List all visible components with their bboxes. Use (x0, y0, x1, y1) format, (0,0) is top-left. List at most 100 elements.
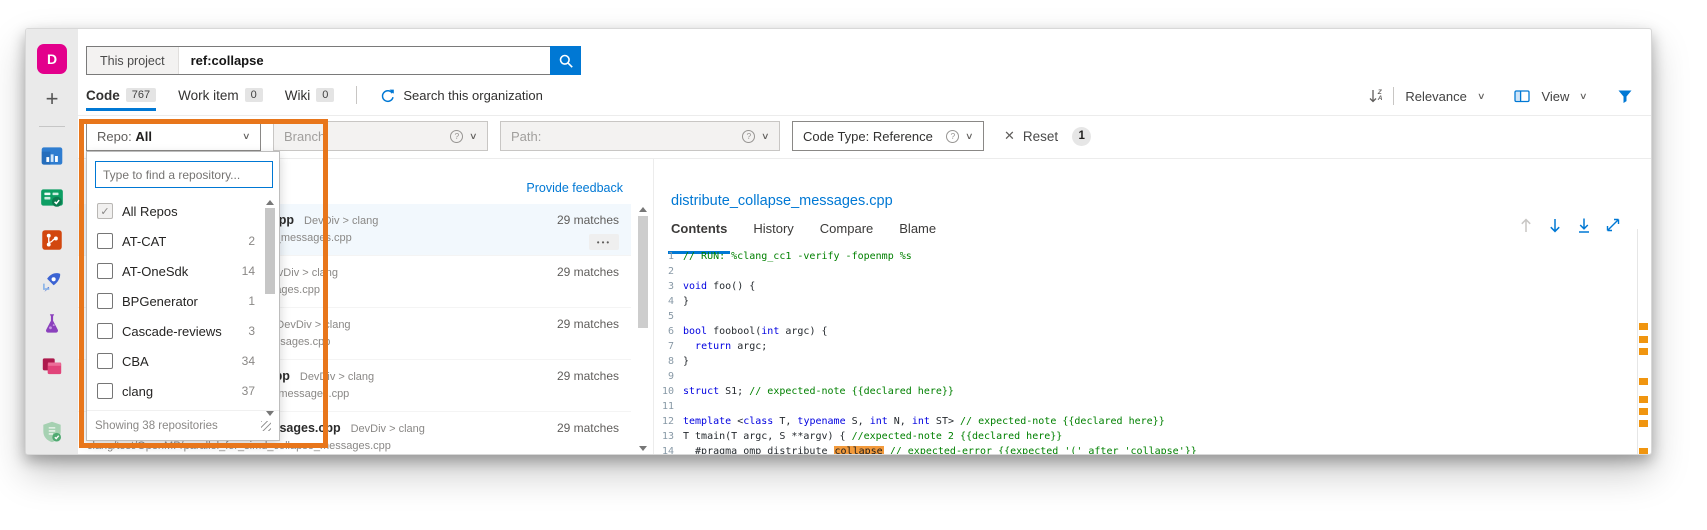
artifacts-icon[interactable] (39, 353, 65, 379)
repo-option-label: AT-CAT (122, 234, 239, 249)
search-scope-chip[interactable]: This project (87, 47, 179, 74)
line-number: 5 (655, 311, 683, 326)
match-marker-icon (1639, 408, 1648, 415)
test-plans-icon[interactable] (39, 311, 65, 337)
tab-history[interactable]: History (753, 221, 793, 240)
scroll-up-arrow[interactable] (639, 207, 647, 212)
results-scrollbar[interactable] (636, 207, 650, 451)
project-avatar[interactable]: D (37, 44, 67, 74)
checkbox-icon[interactable] (97, 353, 113, 369)
more-actions-button[interactable] (589, 234, 619, 250)
repo-option[interactable]: AT-OneSdk14 (87, 256, 279, 286)
code-line: 4} (655, 296, 1635, 311)
wiki-count-badge: 0 (316, 88, 334, 102)
repo-option-count: 14 (242, 264, 255, 278)
repo-option-count: 2 (248, 234, 255, 248)
line-number: 1 (655, 251, 683, 266)
path-filter-dropdown: Path: (500, 121, 780, 151)
checkbox-icon[interactable] (97, 323, 113, 339)
help-icon (742, 130, 755, 143)
provide-feedback-link[interactable]: Provide feedback (526, 181, 623, 195)
resize-handle-icon[interactable] (261, 421, 271, 431)
search-organization-link[interactable]: Search this organization (379, 88, 542, 103)
code-text: template <class T, typename S, int N, in… (683, 416, 1165, 431)
code-line: 7 return argc; (655, 341, 1635, 356)
line-number: 9 (655, 371, 683, 386)
match-marker-icon (1639, 396, 1648, 403)
next-match-icon[interactable] (1547, 217, 1563, 239)
repo-search-input[interactable] (95, 161, 273, 188)
help-icon (946, 130, 959, 143)
repo-list-scrollbar[interactable] (263, 200, 276, 418)
overview-icon[interactable] (39, 143, 65, 169)
preview-tabs: Contents History Compare Blame (671, 221, 936, 240)
code-viewer[interactable]: 1// RUN: %clang_cc1 -verify -fopenmp %s2… (655, 251, 1635, 454)
repo-option[interactable]: BPGenerator1 (87, 286, 279, 316)
checkbox-icon[interactable] (97, 383, 113, 399)
match-marker-icon (1639, 336, 1648, 343)
tab-work-item[interactable]: Work item 0 (178, 88, 263, 103)
match-marker-icon (1639, 420, 1648, 427)
filter-icon[interactable] (1617, 89, 1633, 104)
chevron-down-icon (469, 131, 478, 142)
match-count-label: 29 matches (557, 265, 619, 279)
shield-icon[interactable] (39, 419, 65, 445)
checkbox-icon[interactable] (97, 263, 113, 279)
sort-order-dropdown[interactable]: Relevance (1405, 89, 1466, 104)
scrollbar-thumb[interactable] (638, 216, 648, 328)
code-type-filter-dropdown[interactable]: Code Type: Reference (792, 121, 984, 151)
checkbox-icon[interactable] (97, 293, 113, 309)
tab-wiki[interactable]: Wiki 0 (285, 88, 335, 103)
code-text: void foo() { (683, 281, 755, 296)
view-dropdown[interactable]: View (1541, 89, 1569, 104)
scrollbar-thumb[interactable] (265, 208, 275, 294)
tab-blame[interactable]: Blame (899, 221, 936, 240)
search-box[interactable]: This project ref:collapse (86, 46, 581, 75)
repo-filter-dropdown[interactable]: Repo: All (86, 121, 261, 151)
download-icon[interactable] (1576, 217, 1592, 239)
line-number: 10 (655, 386, 683, 401)
match-count-label: 29 matches (557, 213, 619, 227)
pipelines-icon[interactable] (39, 269, 65, 295)
app-window: D + (25, 28, 1652, 455)
code-line: 1// RUN: %clang_cc1 -verify -fopenmp %s (655, 251, 1635, 266)
boards-icon[interactable] (39, 185, 65, 211)
repo-option-label: All Repos (122, 204, 246, 219)
tab-contents[interactable]: Contents (671, 221, 727, 240)
line-number: 11 (655, 401, 683, 416)
repo-option[interactable]: CBA34 (87, 346, 279, 376)
branch-filter-dropdown: Branch: (273, 121, 488, 151)
line-number: 2 (655, 266, 683, 281)
code-text: return argc; (683, 341, 767, 356)
match-marker-icon (1639, 323, 1648, 330)
scroll-down-arrow[interactable] (639, 446, 647, 451)
add-icon[interactable]: + (39, 90, 65, 110)
checkbox-icon[interactable] (97, 203, 113, 219)
code-line: 12template <class T, typename S, int N, … (655, 416, 1635, 431)
previous-match-icon[interactable] (1518, 217, 1534, 239)
line-number: 8 (655, 356, 683, 371)
tab-code[interactable]: Code 767 (86, 88, 156, 103)
repo-option[interactable]: All Repos (87, 196, 279, 226)
view-layout-icon[interactable] (1514, 89, 1530, 103)
search-input[interactable]: ref:collapse (179, 47, 550, 74)
sort-icon[interactable]: ZA (1368, 89, 1383, 103)
result-breadcrumb: DevDiv > clang (351, 423, 425, 435)
code-line: 11 (655, 401, 1635, 416)
repo-option[interactable]: AT-CAT 2 (87, 226, 279, 256)
repo-option-count: 34 (242, 354, 255, 368)
search-button[interactable] (550, 46, 581, 75)
code-text: struct S1; // expected-note {{declared h… (683, 386, 954, 401)
scroll-up-arrow[interactable] (266, 200, 274, 205)
match-marker-icon (1639, 448, 1648, 455)
checkbox-icon[interactable] (97, 233, 113, 249)
repo-option[interactable]: clang37 (87, 376, 279, 406)
repo-option[interactable]: Cascade-reviews3 (87, 316, 279, 346)
result-breadcrumb: DevDiv > clang (300, 371, 374, 383)
preview-filename-link[interactable]: distribute_collapse_messages.cpp (671, 193, 893, 209)
reset-filters-button[interactable]: Reset (1004, 128, 1058, 144)
repo-option-count: 3 (248, 324, 255, 338)
repos-icon[interactable] (39, 227, 65, 253)
expand-icon[interactable] (1605, 217, 1621, 239)
tab-compare[interactable]: Compare (820, 221, 873, 240)
